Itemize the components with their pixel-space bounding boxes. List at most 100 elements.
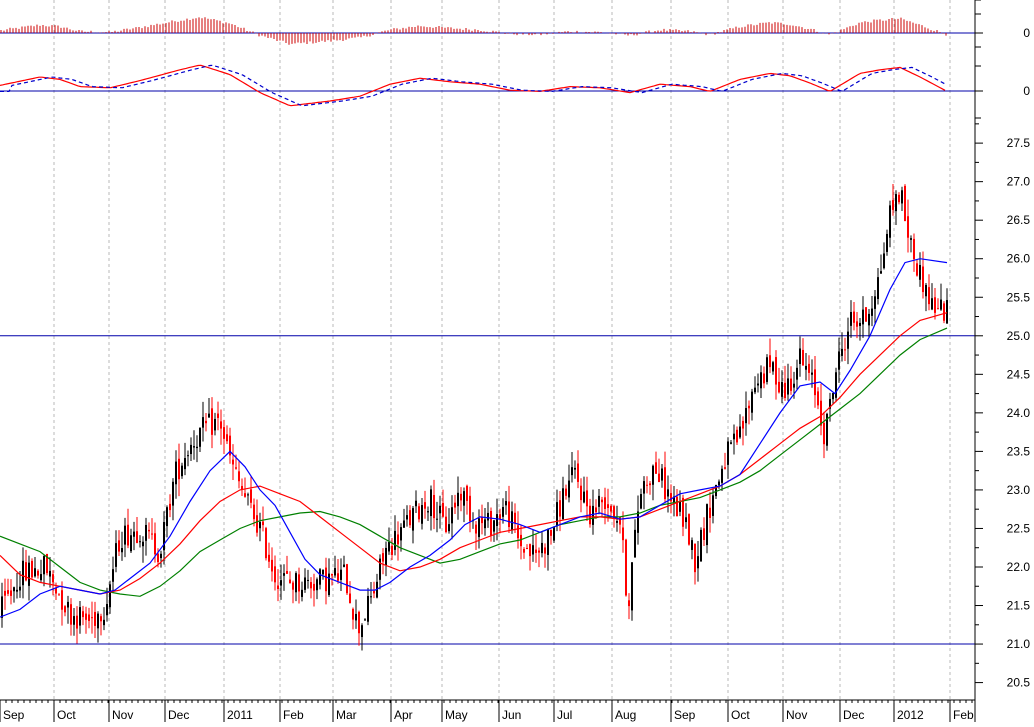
candle-down	[892, 200, 894, 210]
candle-up	[745, 408, 747, 424]
candle-up	[886, 233, 888, 252]
candle-down	[358, 611, 360, 634]
candle-up	[79, 607, 81, 626]
candle-up	[910, 238, 912, 240]
candle-up	[133, 531, 135, 537]
candle-down	[235, 467, 237, 469]
candle-down	[382, 553, 384, 562]
candle-down	[313, 583, 315, 591]
candle-down	[310, 582, 312, 589]
candle-up	[403, 520, 405, 528]
candle-down	[514, 512, 516, 524]
y-tick-label: 22.5	[1007, 521, 1031, 535]
candle-down	[277, 585, 279, 590]
candle-down	[559, 500, 561, 517]
candle-up	[106, 603, 108, 616]
candle-down	[397, 534, 399, 545]
candle-down	[499, 514, 501, 519]
candle-up	[103, 619, 105, 626]
y-tick-label: 24.0	[1007, 406, 1031, 420]
candle-down	[625, 539, 627, 596]
candle-down	[52, 574, 54, 583]
candle-up	[130, 535, 132, 552]
y-tick-label: 27.5	[1007, 136, 1031, 150]
candle-up	[139, 541, 141, 543]
candle-up	[568, 480, 570, 498]
candle-up	[889, 205, 891, 238]
x-tick-label: Aug	[615, 708, 636, 722]
candle-up	[109, 584, 111, 608]
candle-up	[634, 529, 636, 558]
candle-up	[643, 481, 645, 494]
candle-down	[520, 534, 522, 547]
candle-up	[385, 547, 387, 566]
candle-up	[448, 524, 450, 532]
candle-up	[340, 569, 342, 580]
x-tick-label: Dec	[843, 708, 864, 722]
x-tick-label: Feb	[283, 708, 304, 722]
x-tick-label: 2012	[897, 708, 924, 722]
candle-down	[517, 525, 519, 539]
candle-up	[874, 296, 876, 309]
candle-down	[907, 216, 909, 238]
candle-up	[574, 467, 576, 470]
candle-up	[637, 511, 639, 533]
candle-up	[832, 393, 834, 400]
candle-down	[220, 421, 222, 429]
candle-up	[283, 573, 285, 576]
candle-up	[556, 502, 558, 527]
stock-chart: 20.5 21.0 21.5 22.0 22.5 23.0 23.5 24.0 24.5 25.0…	[0, 0, 1034, 722]
candle-down	[535, 549, 537, 553]
candle-down	[352, 608, 354, 620]
candle-down	[61, 590, 63, 610]
candle-up	[199, 427, 201, 447]
candle-up	[739, 426, 741, 438]
candle-up	[502, 507, 504, 517]
candle-down	[853, 311, 855, 323]
x-tick-label: Dec	[168, 708, 189, 722]
candle-up	[511, 511, 513, 531]
candle-down	[265, 528, 267, 559]
candle-down	[157, 553, 159, 563]
candle-up	[871, 308, 873, 316]
candle-up	[247, 494, 249, 496]
candle-down	[823, 422, 825, 445]
candle-up	[721, 468, 723, 483]
candle-up	[307, 579, 309, 581]
candle-up	[850, 311, 852, 326]
candle-down	[424, 502, 426, 509]
candle-up	[718, 481, 720, 486]
candle-up	[463, 491, 465, 506]
candle-down	[94, 611, 96, 626]
candle-up	[793, 383, 795, 388]
candle-up	[547, 528, 549, 555]
candle-up	[700, 529, 702, 562]
candle-down	[169, 503, 171, 511]
chart-canvas: 20.5 21.0 21.5 22.0 22.5 23.0 23.5 24.0 24.5 25.0…	[0, 0, 1034, 722]
candle-up	[727, 441, 729, 465]
x-tick-label: Apr	[394, 708, 413, 722]
candle-up	[925, 284, 927, 297]
candle-down	[349, 593, 351, 604]
candle-up	[931, 298, 933, 310]
candle-down	[454, 502, 456, 508]
candle-up	[478, 518, 480, 538]
candle-down	[373, 591, 375, 594]
candle-up	[862, 309, 864, 325]
candle-up	[712, 495, 714, 516]
candle-up	[73, 616, 75, 625]
candle-down	[118, 540, 120, 552]
candle-up	[193, 446, 195, 448]
candle-up	[202, 417, 204, 428]
candle-down	[433, 495, 435, 519]
candle-down	[529, 544, 531, 557]
candle-up	[760, 372, 762, 389]
candle-up	[304, 577, 306, 590]
candle-up	[394, 530, 396, 550]
candle-up	[940, 299, 942, 310]
candle-up	[121, 548, 123, 553]
candle-up	[19, 586, 21, 591]
candle-down	[601, 499, 603, 503]
candle-up	[184, 458, 186, 470]
x-tick-label: Nov	[786, 708, 807, 722]
